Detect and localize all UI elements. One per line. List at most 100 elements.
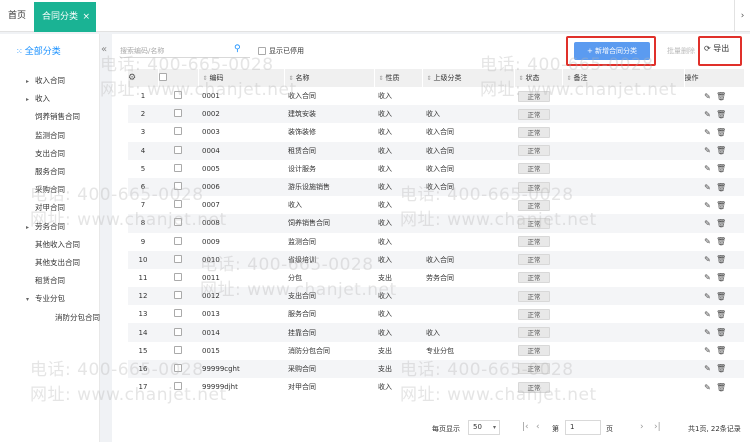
edit-icon[interactable]: ✎: [703, 237, 712, 246]
edit-icon[interactable]: ✎: [703, 310, 712, 319]
delete-icon[interactable]: 🗑: [716, 310, 726, 319]
export-button[interactable]: ⟳ 导出: [704, 43, 729, 54]
table-row[interactable]: 2 0002 建筑安装 收入 收入 正常 ✎ 🗑: [128, 105, 744, 124]
first-page-button[interactable]: |‹: [522, 422, 529, 432]
per-page-select[interactable]: 50 ▾: [468, 420, 500, 435]
delete-icon[interactable]: 🗑: [716, 346, 726, 355]
delete-icon[interactable]: 🗑: [716, 219, 726, 228]
edit-icon[interactable]: ✎: [703, 346, 712, 355]
tab-home[interactable]: 首页: [0, 0, 34, 32]
delete-icon[interactable]: 🗑: [716, 110, 726, 119]
row-checkbox[interactable]: [158, 141, 198, 160]
tree-item[interactable]: 饲养销售合同: [26, 108, 80, 126]
row-checkbox[interactable]: [158, 159, 198, 178]
tab-contract-category[interactable]: 合同分类 ×: [34, 2, 96, 32]
table-row[interactable]: 7 0007 收入 收入 正常 ✎ 🗑: [128, 196, 744, 215]
delete-icon[interactable]: 🗑: [716, 146, 726, 155]
tree-item[interactable]: 对甲合同: [26, 199, 65, 217]
add-category-button[interactable]: + 新增合同分类: [574, 42, 650, 60]
delete-icon[interactable]: 🗑: [716, 383, 726, 392]
table-row[interactable]: 6 0006 游乐设施销售 收入 收入合同 正常 ✎ 🗑: [128, 177, 744, 197]
edit-icon[interactable]: ✎: [703, 364, 712, 373]
tree-item[interactable]: ▸ 收入: [26, 90, 50, 108]
collapse-sidebar-icon[interactable]: «: [101, 44, 107, 55]
row-checkbox[interactable]: [158, 305, 198, 324]
caret-icon[interactable]: ▸: [26, 73, 35, 91]
edit-icon[interactable]: ✎: [703, 110, 712, 119]
edit-icon[interactable]: ✎: [703, 183, 712, 192]
row-checkbox[interactable]: [158, 196, 198, 215]
tree-item[interactable]: ▾ 专业分包: [26, 290, 65, 308]
header-parent[interactable]: ⇕ 上级分类: [422, 69, 515, 87]
table-row[interactable]: 10 0010 省级培训 收入 收入合同 正常 ✎ 🗑: [128, 250, 744, 269]
table-row[interactable]: 8 0008 饲养销售合同 收入 正常 ✎ 🗑: [128, 214, 744, 233]
checkbox[interactable]: [258, 47, 266, 55]
tree-item[interactable]: 采购合同: [26, 181, 65, 199]
delete-icon[interactable]: 🗑: [716, 237, 726, 246]
table-row[interactable]: 15 0015 消防分包合同 支出 专业分包 正常 ✎ 🗑: [128, 341, 744, 360]
page-number-input[interactable]: 1: [565, 420, 601, 435]
edit-icon[interactable]: ✎: [703, 201, 712, 210]
delete-icon[interactable]: 🗑: [716, 292, 726, 301]
delete-icon[interactable]: 🗑: [716, 364, 726, 373]
row-checkbox[interactable]: [158, 214, 198, 233]
table-row[interactable]: 16 99999cght 采购合同 支出 正常 ✎ 🗑: [128, 359, 744, 378]
delete-icon[interactable]: 🗑: [716, 92, 726, 101]
batch-delete-button[interactable]: 批量删除: [667, 46, 695, 56]
tree-item[interactable]: 服务合同: [26, 163, 65, 181]
header-status[interactable]: ⇕ 状态: [514, 69, 563, 87]
edit-icon[interactable]: ✎: [703, 255, 712, 264]
delete-icon[interactable]: 🗑: [716, 328, 726, 337]
next-page-button[interactable]: ›: [640, 422, 644, 432]
tree-item[interactable]: 其他支出合同: [26, 254, 80, 272]
edit-icon[interactable]: ✎: [703, 128, 712, 137]
delete-icon[interactable]: 🗑: [716, 273, 726, 282]
column-settings-icon[interactable]: ⚙: [128, 69, 159, 87]
table-row[interactable]: 12 0012 支出合同 收入 正常 ✎ 🗑: [128, 287, 744, 306]
chevron-right-icon[interactable]: ›: [734, 0, 750, 32]
edit-icon[interactable]: ✎: [703, 292, 712, 301]
row-checkbox[interactable]: [158, 105, 198, 124]
table-row[interactable]: 1 0001 收入合同 收入 正常 ✎ 🗑: [128, 87, 744, 106]
table-row[interactable]: 13 0013 服务合同 收入 正常 ✎ 🗑: [128, 305, 744, 324]
edit-icon[interactable]: ✎: [703, 328, 712, 337]
search-icon[interactable]: ⚲: [234, 44, 241, 54]
row-checkbox[interactable]: [158, 268, 198, 288]
search-input[interactable]: [120, 44, 250, 58]
delete-icon[interactable]: 🗑: [716, 201, 726, 210]
tree-item[interactable]: 支出合同: [26, 145, 65, 163]
row-checkbox[interactable]: [158, 323, 198, 342]
caret-icon[interactable]: ▾: [26, 291, 35, 309]
last-page-button[interactable]: ›|: [654, 422, 661, 432]
tree-item[interactable]: 租赁合同: [26, 272, 65, 290]
table-row[interactable]: 5 0005 设计服务 收入 收入合同 正常 ✎ 🗑: [128, 159, 744, 178]
row-checkbox[interactable]: [158, 287, 198, 306]
delete-icon[interactable]: 🗑: [716, 183, 726, 192]
tree-item[interactable]: 监测合同: [26, 127, 65, 145]
row-checkbox[interactable]: [158, 123, 198, 142]
table-row[interactable]: 17 99999djht 对甲合同 收入 正常 ✎ 🗑: [128, 378, 744, 397]
show-disabled-checkbox[interactable]: 显示已停用: [258, 46, 304, 56]
tree-item[interactable]: 其他收入合同: [26, 236, 80, 254]
edit-icon[interactable]: ✎: [703, 219, 712, 228]
row-checkbox[interactable]: [158, 87, 198, 106]
table-row[interactable]: 11 0011 分包 支出 劳务合同 正常 ✎ 🗑: [128, 268, 744, 288]
header-remark[interactable]: ⇕ 备注: [562, 69, 685, 87]
prev-page-button[interactable]: ‹: [536, 422, 540, 432]
table-row[interactable]: 4 0004 租赁合同 收入 收入合同 正常 ✎ 🗑: [128, 141, 744, 160]
tree-item[interactable]: ▸ 收入合同: [26, 72, 65, 90]
row-checkbox[interactable]: [158, 232, 198, 251]
header-code[interactable]: ⇕ 编码: [198, 69, 285, 87]
row-checkbox[interactable]: [158, 378, 198, 397]
table-row[interactable]: 3 0003 装饰装修 收入 收入合同 正常 ✎ 🗑: [128, 123, 744, 142]
edit-icon[interactable]: ✎: [703, 92, 712, 101]
header-name[interactable]: ⇕ 名称: [284, 69, 375, 87]
delete-icon[interactable]: 🗑: [716, 255, 726, 264]
row-checkbox[interactable]: [158, 341, 198, 360]
row-checkbox[interactable]: [158, 250, 198, 269]
select-all-checkbox[interactable]: [158, 69, 199, 87]
tree-item[interactable]: ▸ 劳务合同: [26, 218, 65, 236]
row-checkbox[interactable]: [158, 177, 198, 197]
tree-root-all[interactable]: ⁙ 全部分类: [16, 44, 61, 57]
edit-icon[interactable]: ✎: [703, 273, 712, 282]
